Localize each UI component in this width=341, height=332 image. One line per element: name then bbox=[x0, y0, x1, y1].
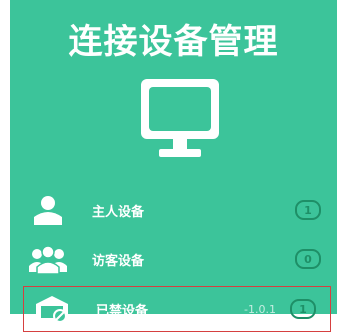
device-row-label: 主人设备 bbox=[92, 204, 145, 220]
device-count-badge: 1 bbox=[290, 299, 316, 319]
device-count-badge: 1 bbox=[295, 200, 321, 220]
device-row-label: 已禁设备 bbox=[96, 303, 149, 319]
device-row-blocked[interactable]: 已禁设备 -1.0.1 1 bbox=[23, 286, 331, 332]
device-manager-panel: 连接设备管理 主人设备 1 访客设备 0 已禁设备 -1.0.1 1 bbox=[10, 0, 337, 332]
device-count-badge: 0 bbox=[295, 249, 321, 269]
page-title: 连接设备管理 bbox=[68, 22, 279, 62]
device-row-label: 访客设备 bbox=[92, 253, 145, 269]
device-row-owner[interactable]: 主人设备 1 bbox=[20, 188, 335, 232]
blocked-device-icon bbox=[36, 296, 68, 323]
monitor-icon bbox=[141, 79, 219, 157]
user-icon bbox=[34, 196, 62, 225]
users-icon bbox=[29, 245, 67, 274]
device-row-guest[interactable]: 访客设备 0 bbox=[20, 237, 335, 281]
